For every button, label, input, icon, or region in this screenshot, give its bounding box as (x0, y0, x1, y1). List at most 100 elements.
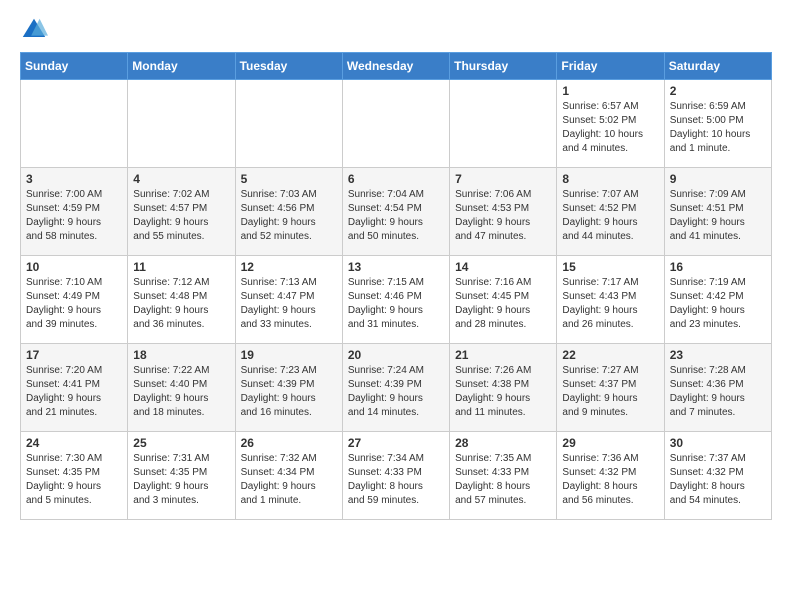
week-row-4: 17 Sunrise: 7:20 AM Sunset: 4:41 PM Dayli… (21, 344, 772, 432)
day-cell (450, 80, 557, 168)
day-number: 10 (26, 260, 122, 274)
day-number: 26 (241, 436, 337, 450)
day-info: Sunrise: 6:57 AM Sunset: 5:02 PM Dayligh… (562, 100, 658, 156)
day-info: Sunrise: 7:28 AM Sunset: 4:36 PM Dayligh… (670, 364, 766, 420)
day-info: Sunrise: 7:12 AM Sunset: 4:48 PM Dayligh… (133, 276, 229, 332)
day-cell: 27 Sunrise: 7:34 AM Sunset: 4:33 PM Dayli… (342, 432, 449, 520)
day-info: Sunrise: 7:24 AM Sunset: 4:39 PM Dayligh… (348, 364, 444, 420)
day-number: 18 (133, 348, 229, 362)
day-cell: 29 Sunrise: 7:36 AM Sunset: 4:32 PM Dayli… (557, 432, 664, 520)
header-row: SundayMondayTuesdayWednesdayThursdayFrid… (21, 53, 772, 80)
day-info: Sunrise: 7:09 AM Sunset: 4:51 PM Dayligh… (670, 188, 766, 244)
logo (20, 16, 52, 44)
day-cell: 13 Sunrise: 7:15 AM Sunset: 4:46 PM Dayli… (342, 256, 449, 344)
day-cell: 10 Sunrise: 7:10 AM Sunset: 4:49 PM Dayli… (21, 256, 128, 344)
day-number: 6 (348, 172, 444, 186)
day-cell: 25Sunrise: 7:31 AM Sunset: 4:35 PM Dayli… (128, 432, 235, 520)
day-cell: 1 Sunrise: 6:57 AM Sunset: 5:02 PM Daylig… (557, 80, 664, 168)
day-info: Sunrise: 7:36 AM Sunset: 4:32 PM Dayligh… (562, 452, 658, 508)
calendar-header: SundayMondayTuesdayWednesdayThursdayFrid… (21, 53, 772, 80)
day-cell: 24 Sunrise: 7:30 AM Sunset: 4:35 PM Dayli… (21, 432, 128, 520)
week-row-2: 3 Sunrise: 7:00 AM Sunset: 4:59 PM Daylig… (21, 168, 772, 256)
day-info: Sunrise: 7:23 AM Sunset: 4:39 PM Dayligh… (241, 364, 337, 420)
day-number: 12 (241, 260, 337, 274)
day-number: 1 (562, 84, 658, 98)
header-cell-friday: Friday (557, 53, 664, 80)
day-cell: 5Sunrise: 7:03 AM Sunset: 4:56 PM Daylig… (235, 168, 342, 256)
day-number: 20 (348, 348, 444, 362)
header-cell-thursday: Thursday (450, 53, 557, 80)
day-number: 22 (562, 348, 658, 362)
day-number: 2 (670, 84, 766, 98)
day-cell: 26 Sunrise: 7:32 AM Sunset: 4:34 PM Dayli… (235, 432, 342, 520)
day-info: Sunrise: 7:17 AM Sunset: 4:43 PM Dayligh… (562, 276, 658, 332)
day-cell (128, 80, 235, 168)
day-info: Sunrise: 7:00 AM Sunset: 4:59 PM Dayligh… (26, 188, 122, 244)
day-cell: 17 Sunrise: 7:20 AM Sunset: 4:41 PM Dayli… (21, 344, 128, 432)
day-number: 7 (455, 172, 551, 186)
page: SundayMondayTuesdayWednesdayThursdayFrid… (0, 0, 792, 536)
day-info: Sunrise: 7:20 AM Sunset: 4:41 PM Dayligh… (26, 364, 122, 420)
header-cell-wednesday: Wednesday (342, 53, 449, 80)
day-info: Sunrise: 7:15 AM Sunset: 4:46 PM Dayligh… (348, 276, 444, 332)
header-cell-monday: Monday (128, 53, 235, 80)
day-number: 28 (455, 436, 551, 450)
day-cell: 12Sunrise: 7:13 AM Sunset: 4:47 PM Dayli… (235, 256, 342, 344)
day-info: Sunrise: 7:07 AM Sunset: 4:52 PM Dayligh… (562, 188, 658, 244)
day-cell: 6 Sunrise: 7:04 AM Sunset: 4:54 PM Daylig… (342, 168, 449, 256)
day-number: 11 (133, 260, 229, 274)
day-info: Sunrise: 7:32 AM Sunset: 4:34 PM Dayligh… (241, 452, 337, 508)
header-cell-sunday: Sunday (21, 53, 128, 80)
day-number: 23 (670, 348, 766, 362)
day-number: 5 (241, 172, 337, 186)
day-info: Sunrise: 7:22 AM Sunset: 4:40 PM Dayligh… (133, 364, 229, 420)
week-row-1: 1 Sunrise: 6:57 AM Sunset: 5:02 PM Daylig… (21, 80, 772, 168)
day-number: 14 (455, 260, 551, 274)
day-number: 9 (670, 172, 766, 186)
day-info: Sunrise: 7:35 AM Sunset: 4:33 PM Dayligh… (455, 452, 551, 508)
day-cell: 4 Sunrise: 7:02 AM Sunset: 4:57 PM Daylig… (128, 168, 235, 256)
day-cell: 15 Sunrise: 7:17 AM Sunset: 4:43 PM Dayli… (557, 256, 664, 344)
day-cell: 16Sunrise: 7:19 AM Sunset: 4:42 PM Dayli… (664, 256, 771, 344)
day-cell: 21 Sunrise: 7:26 AM Sunset: 4:38 PM Dayli… (450, 344, 557, 432)
day-cell (21, 80, 128, 168)
day-number: 8 (562, 172, 658, 186)
day-cell: 9 Sunrise: 7:09 AM Sunset: 4:51 PM Daylig… (664, 168, 771, 256)
day-info: Sunrise: 7:30 AM Sunset: 4:35 PM Dayligh… (26, 452, 122, 508)
day-info: Sunrise: 7:10 AM Sunset: 4:49 PM Dayligh… (26, 276, 122, 332)
day-number: 29 (562, 436, 658, 450)
day-info: Sunrise: 7:02 AM Sunset: 4:57 PM Dayligh… (133, 188, 229, 244)
day-number: 24 (26, 436, 122, 450)
day-cell: 20 Sunrise: 7:24 AM Sunset: 4:39 PM Dayli… (342, 344, 449, 432)
day-number: 25 (133, 436, 229, 450)
day-cell (342, 80, 449, 168)
day-cell: 23 Sunrise: 7:28 AM Sunset: 4:36 PM Dayli… (664, 344, 771, 432)
week-row-3: 10 Sunrise: 7:10 AM Sunset: 4:49 PM Dayli… (21, 256, 772, 344)
day-cell: 28 Sunrise: 7:35 AM Sunset: 4:33 PM Dayli… (450, 432, 557, 520)
calendar-table: SundayMondayTuesdayWednesdayThursdayFrid… (20, 52, 772, 520)
day-info: Sunrise: 7:34 AM Sunset: 4:33 PM Dayligh… (348, 452, 444, 508)
day-info: Sunrise: 7:06 AM Sunset: 4:53 PM Dayligh… (455, 188, 551, 244)
day-info: Sunrise: 7:04 AM Sunset: 4:54 PM Dayligh… (348, 188, 444, 244)
day-number: 17 (26, 348, 122, 362)
day-cell: 2Sunrise: 6:59 AM Sunset: 5:00 PM Daylig… (664, 80, 771, 168)
day-info: Sunrise: 7:37 AM Sunset: 4:32 PM Dayligh… (670, 452, 766, 508)
day-number: 21 (455, 348, 551, 362)
day-cell: 11 Sunrise: 7:12 AM Sunset: 4:48 PM Dayli… (128, 256, 235, 344)
day-number: 15 (562, 260, 658, 274)
day-number: 27 (348, 436, 444, 450)
day-info: Sunrise: 7:27 AM Sunset: 4:37 PM Dayligh… (562, 364, 658, 420)
day-number: 3 (26, 172, 122, 186)
day-cell (235, 80, 342, 168)
day-cell: 7 Sunrise: 7:06 AM Sunset: 4:53 PM Daylig… (450, 168, 557, 256)
day-number: 13 (348, 260, 444, 274)
day-cell: 19 Sunrise: 7:23 AM Sunset: 4:39 PM Dayli… (235, 344, 342, 432)
day-info: Sunrise: 7:26 AM Sunset: 4:38 PM Dayligh… (455, 364, 551, 420)
day-cell: 18 Sunrise: 7:22 AM Sunset: 4:40 PM Dayli… (128, 344, 235, 432)
header (20, 16, 772, 44)
day-number: 19 (241, 348, 337, 362)
day-number: 30 (670, 436, 766, 450)
calendar-body: 1 Sunrise: 6:57 AM Sunset: 5:02 PM Daylig… (21, 80, 772, 520)
day-cell: 14Sunrise: 7:16 AM Sunset: 4:45 PM Dayli… (450, 256, 557, 344)
day-number: 4 (133, 172, 229, 186)
